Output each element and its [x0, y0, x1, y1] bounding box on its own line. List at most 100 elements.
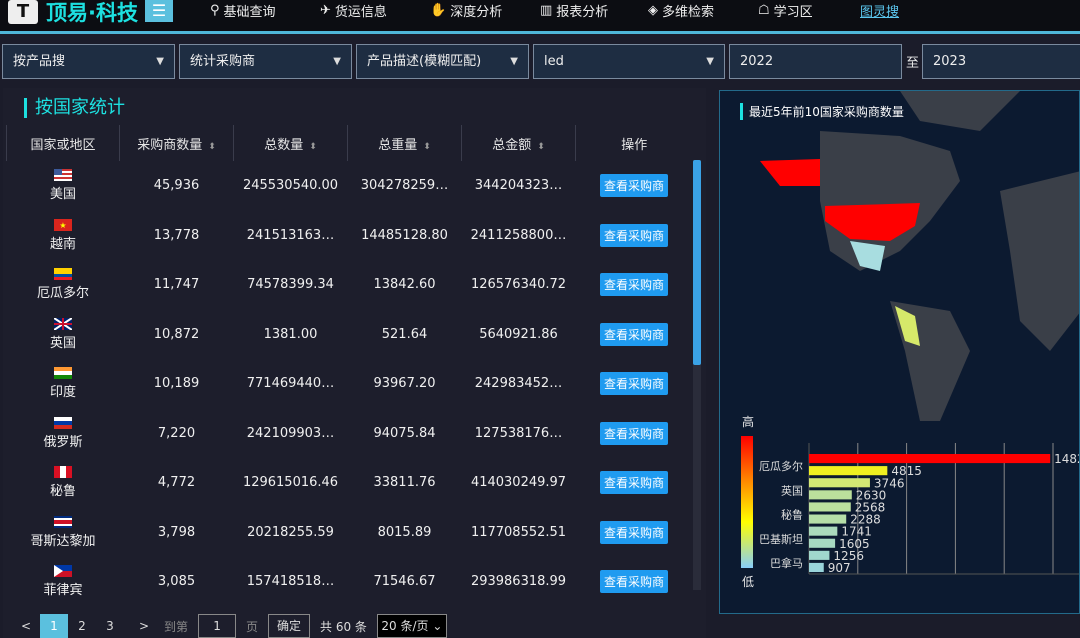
- table-row: ★ 越南 13,778 241513163… 14485128.80 241125…: [7, 211, 693, 261]
- country-cell: 美国: [7, 161, 120, 211]
- stat-type-select[interactable]: 统计采购商 ▼: [179, 44, 352, 79]
- qty-cell: 157418518…: [246, 574, 335, 590]
- select-value: 产品描述(模糊匹配): [367, 54, 482, 69]
- country-cell: ★ 越南: [49, 218, 76, 252]
- nav-basic-query[interactable]: ⚲ 基础查询: [210, 0, 276, 20]
- category-label: 厄瓜多尔: [759, 459, 803, 473]
- col-qty[interactable]: 总数量 ⬍: [233, 125, 348, 161]
- country-table: 国家或地区 采购商数量 ⬍ 总数量 ⬍ 总重量 ⬍ 总金额 ⬍ 操作 美国 45,936…: [6, 125, 693, 607]
- qty-cell: 20218255.59: [247, 524, 334, 540]
- sort-icon[interactable]: ⬍: [208, 142, 216, 152]
- top-nav-bar: T 顶易·科技 ☰ ⚲ 基础查询 ✈ 货运信息 ✋ 深度分析 ▥ 报表分析 ◈ 多维检索 …: [0, 0, 1080, 34]
- bar[interactable]: [809, 466, 888, 476]
- nav-deep-analysis[interactable]: ✋ 深度分析: [430, 0, 502, 20]
- confirm-button[interactable]: 确定: [268, 614, 311, 638]
- sort-icon[interactable]: ⬍: [537, 142, 545, 152]
- table-row: 美国 45,936 245530540.00 304278259… 344204…: [7, 161, 693, 211]
- year-from-input[interactable]: 2022: [729, 44, 902, 79]
- view-buyers-button[interactable]: 查看采购商: [599, 471, 668, 495]
- nav-label: 深度分析: [450, 4, 503, 20]
- country-cell: 哥斯达黎加: [7, 508, 120, 558]
- table-row: 菲律宾 3,085 157418518… 71546.67 293986318.…: [7, 557, 693, 607]
- buyers-cell: 7,220: [157, 425, 196, 441]
- nav-learning[interactable]: ☖ 学习区: [758, 0, 813, 20]
- buyers-cell: 4,772: [157, 475, 196, 491]
- nav-multi-search[interactable]: ◈ 多维检索: [648, 0, 714, 20]
- bar[interactable]: [809, 490, 852, 500]
- action-cell: 查看采购商: [576, 409, 693, 459]
- view-buyers-button[interactable]: 查看采购商: [599, 421, 668, 445]
- category-label: 秘鲁: [781, 508, 803, 522]
- buyers-cell: 3,798: [157, 524, 196, 540]
- page-size-select[interactable]: 20 条/页 ⌄: [376, 614, 447, 638]
- pagination: < 1 2 3 > 到第 1 页 确定 共 60 条 20 条/页 ⌄: [12, 614, 447, 638]
- view-buyers-button[interactable]: 查看采购商: [599, 372, 668, 396]
- country-cell: 印度: [7, 359, 120, 409]
- prev-page-icon[interactable]: <: [12, 614, 40, 638]
- table-row: 厄瓜多尔 11,747 74578399.34 13842.60 1265763…: [7, 260, 693, 310]
- flag-us-icon: [54, 169, 72, 182]
- goto-page-input[interactable]: 1: [198, 614, 237, 638]
- col-weight[interactable]: 总重量 ⬍: [347, 125, 462, 161]
- select-value: 统计采购商: [190, 54, 256, 69]
- flag-pe-icon: [54, 466, 72, 479]
- page-3[interactable]: 3: [96, 614, 124, 638]
- next-page-icon[interactable]: >: [130, 614, 158, 638]
- year-to-input[interactable]: 2023: [922, 44, 1080, 79]
- bar[interactable]: [809, 562, 824, 572]
- col-action: 操作: [575, 125, 693, 161]
- bar[interactable]: [809, 538, 836, 548]
- page-2[interactable]: 2: [68, 614, 96, 638]
- nav-turing-search[interactable]: 图灵搜: [860, 0, 899, 20]
- hamburger-icon[interactable]: ☰: [145, 0, 173, 22]
- amount-cell: 414030249.97: [470, 475, 567, 491]
- page-unit: 页: [246, 619, 259, 634]
- sort-icon[interactable]: ⬍: [309, 142, 317, 152]
- nav-label: 多维检索: [662, 4, 715, 20]
- bar[interactable]: [809, 478, 870, 488]
- nav-report[interactable]: ▥ 报表分析: [540, 0, 608, 20]
- search-mode-select[interactable]: 按产品搜 ▼: [2, 44, 175, 79]
- field-select[interactable]: 产品描述(模糊匹配) ▼: [356, 44, 529, 79]
- mortarboard-icon: ☖: [758, 2, 770, 18]
- view-buyers-button[interactable]: 查看采购商: [599, 570, 668, 594]
- table-row: 印度 10,189 771469440… 93967.20 242983452……: [7, 359, 693, 409]
- hand-icon: ✋: [430, 2, 447, 18]
- table-scrollbar[interactable]: [693, 160, 701, 590]
- bar[interactable]: [809, 550, 830, 560]
- action-cell: 查看采购商: [576, 458, 693, 508]
- total-count: 共 60 条: [320, 619, 367, 634]
- page-1[interactable]: 1: [40, 614, 68, 638]
- view-buyers-button[interactable]: 查看采购商: [599, 322, 668, 346]
- weight-cell: 94075.84: [373, 425, 436, 441]
- col-amount[interactable]: 总金额 ⬍: [461, 125, 576, 161]
- action-cell: 查看采购商: [576, 161, 693, 211]
- qty-cell: 74578399.34: [247, 277, 334, 293]
- nav-label: 基础查询: [223, 4, 276, 20]
- table-row: 俄罗斯 7,220 242109903… 94075.84 127538176……: [7, 409, 693, 459]
- table-row: 哥斯达黎加 3,798 20218255.59 8015.89 11770855…: [7, 508, 693, 558]
- select-value: 按产品搜: [13, 54, 66, 69]
- flag-ph-icon: [54, 565, 72, 578]
- view-buyers-button[interactable]: 查看采购商: [599, 520, 668, 544]
- col-country: 国家或地区: [6, 125, 120, 161]
- chevron-down-icon: ▼: [333, 56, 341, 67]
- bar[interactable]: [809, 454, 1051, 464]
- country-cell: 秘鲁: [7, 458, 120, 508]
- bar-chart: 14824815厄瓜多尔37462630英国25682288秘鲁17411605…: [759, 443, 1079, 575]
- nav-shipping[interactable]: ✈ 货运信息: [320, 0, 387, 20]
- flag-ec-icon: [54, 268, 72, 281]
- user-search-icon: ⚲: [210, 2, 220, 18]
- view-buyers-button[interactable]: 查看采购商: [599, 223, 668, 247]
- buyers-cell: 3,085: [157, 574, 196, 590]
- bar[interactable]: [809, 502, 851, 512]
- flag-gb-icon: [54, 317, 72, 330]
- sort-icon[interactable]: ⬍: [423, 142, 431, 152]
- view-buyers-button[interactable]: 查看采购商: [599, 273, 668, 297]
- col-buyers[interactable]: 采购商数量 ⬍: [119, 125, 234, 161]
- bar[interactable]: [809, 526, 838, 536]
- svg-text:★: ★: [59, 221, 66, 230]
- view-buyers-button[interactable]: 查看采购商: [599, 174, 668, 198]
- bar[interactable]: [809, 514, 847, 524]
- keyword-select[interactable]: led ▼: [533, 44, 725, 79]
